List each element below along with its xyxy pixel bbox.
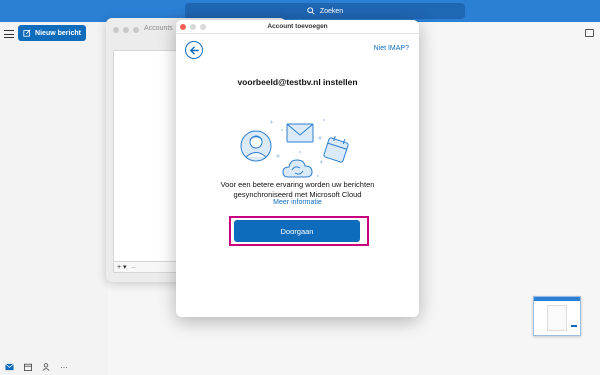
dialog-heading: voorbeeld@testbv.nl instellen: [237, 77, 358, 87]
thumbnail-dialog: [547, 305, 567, 331]
zoom-dot[interactable]: [133, 27, 139, 33]
calendar-icon[interactable]: [24, 363, 32, 371]
back-arrow-icon: [189, 46, 199, 54]
continue-button[interactable]: Doorgaan: [234, 220, 360, 242]
thumbnail-button: [571, 325, 577, 327]
mail-icon[interactable]: [5, 363, 14, 371]
window-thumbnail[interactable]: [533, 296, 581, 336]
sidebar-toggle-icon[interactable]: [585, 29, 594, 37]
sync-info-text: Voor een betere ervaring worden uw beric…: [196, 180, 399, 200]
sync-illustration: [240, 119, 349, 178]
dialog-titlebar: Account toevoegen: [176, 20, 419, 34]
window-controls: [113, 27, 139, 33]
add-account-button[interactable]: + ▾: [117, 263, 127, 271]
hamburger-icon[interactable]: [4, 30, 14, 38]
close-dot[interactable]: [113, 27, 119, 33]
bottom-nav: ···: [0, 359, 108, 375]
search-label: Zoeken: [319, 7, 344, 15]
cloud-sync-icon: [282, 159, 313, 178]
thumbnail-topbar: [534, 297, 580, 301]
more-info-link[interactable]: Meer informatie: [176, 199, 419, 206]
top-bar: Zoeken: [0, 0, 600, 22]
accounts-title: Accounts: [144, 25, 173, 32]
remove-account-button[interactable]: –: [132, 264, 136, 271]
search-box[interactable]: Zoeken: [185, 3, 465, 19]
envelope-icon: [286, 123, 314, 143]
back-button[interactable]: [185, 41, 203, 59]
add-account-dialog: Account toevoegen Niet IMAP? voorbeeld@t…: [176, 20, 419, 317]
sync-info-line-1: Voor een betere ervaring worden uw beric…: [220, 180, 375, 189]
person-icon: [240, 130, 272, 162]
more-icon[interactable]: ···: [60, 363, 68, 372]
dialog-title: Account toevoegen: [267, 23, 328, 30]
app-sidebar: Nieuw bericht ···: [0, 22, 108, 375]
new-mail-label: Nieuw bericht: [35, 29, 81, 37]
not-imap-link[interactable]: Niet IMAP?: [374, 45, 409, 52]
compose-icon: [23, 29, 31, 37]
people-icon[interactable]: [42, 363, 50, 371]
search-icon: [307, 7, 315, 15]
calendar-illustration-icon: [323, 135, 349, 163]
new-mail-button[interactable]: Nieuw bericht: [18, 25, 86, 41]
minimize-dot[interactable]: [123, 27, 129, 33]
